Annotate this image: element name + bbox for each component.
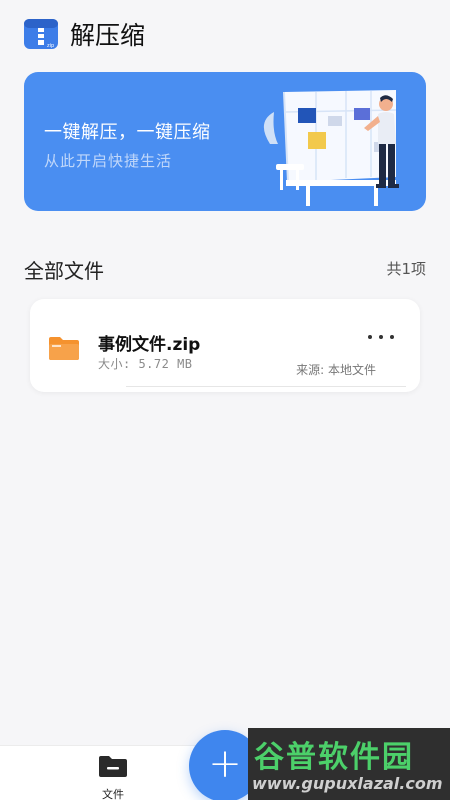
plus-icon: + xyxy=(208,741,242,787)
nav-files-label: 文件 xyxy=(102,788,124,800)
banner-title: 一键解压，一键压缩 xyxy=(44,122,211,143)
watermark-url: www.gupuxlazal.com xyxy=(252,774,443,793)
svg-text:zip: zip xyxy=(47,43,54,49)
file-size: 大小: 5.72 MB xyxy=(98,357,193,371)
dot-icon xyxy=(368,335,372,339)
zip-app-icon: zip xyxy=(24,18,58,50)
file-name: 事例文件.zip xyxy=(98,335,201,355)
promo-banner[interactable]: 一键解压，一键压缩 从此开启快捷生活 xyxy=(24,72,426,211)
watermark: 谷普软件园 www.gupuxlazal.com xyxy=(248,728,450,800)
office-illustration xyxy=(263,90,399,206)
watermark-title: 谷普软件园 xyxy=(254,740,414,775)
section-title: 全部文件 xyxy=(24,259,104,283)
folder-icon xyxy=(49,337,79,360)
file-source: 来源: 本地文件 xyxy=(296,363,376,377)
dot-icon xyxy=(379,335,383,339)
file-count: 共1项 xyxy=(386,260,426,278)
divider xyxy=(126,386,406,387)
app-title: 解压缩 xyxy=(70,21,146,50)
nav-files-tab[interactable]: 文件 xyxy=(96,754,130,800)
file-card[interactable]: 事例文件.zip 大小: 5.72 MB 来源: 本地文件 xyxy=(30,299,420,392)
app-header: zip 解压缩 xyxy=(24,16,145,52)
folder-minus-icon xyxy=(99,756,127,777)
more-options-button[interactable] xyxy=(368,327,394,347)
dot-icon xyxy=(390,335,394,339)
banner-subtitle: 从此开启快捷生活 xyxy=(44,152,173,170)
